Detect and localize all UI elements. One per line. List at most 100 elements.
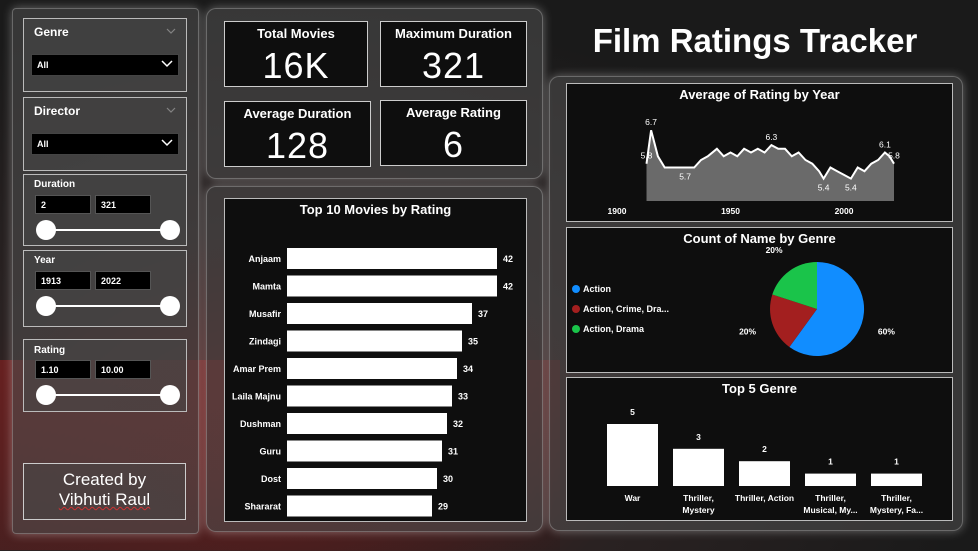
year-slicer: Year 1913 2022 (23, 250, 187, 327)
bar (287, 440, 442, 462)
bar (287, 248, 497, 269)
data-label: 6.1 (879, 140, 891, 150)
credit-author: Vibhuti Raul (58, 490, 151, 509)
legend-marker (572, 285, 580, 293)
bar-category-label: Musical, My... (803, 505, 857, 515)
bar-category-label: Anjaam (248, 254, 281, 264)
bar (871, 473, 922, 486)
bar-data-label: 42 (503, 282, 513, 292)
data-label: 5.4 (818, 183, 830, 193)
rating-slider-min-handle[interactable] (36, 385, 56, 405)
year-max-input[interactable]: 2022 (95, 271, 151, 290)
rating-max-input[interactable]: 10.00 (95, 360, 151, 379)
chevron-down-icon (161, 139, 173, 147)
bar (805, 473, 856, 486)
year-slider-max-handle[interactable] (160, 296, 180, 316)
credit-box: Created by Vibhuti Raul (23, 463, 186, 520)
bar-data-label: 2 (762, 444, 767, 454)
bar-category-label: Dushman (240, 419, 281, 429)
legend-label: Action, Crime, Dra... (583, 304, 669, 314)
bar (287, 330, 462, 352)
genre-dropdown[interactable]: All (31, 54, 179, 76)
top-genre-chart: Top 5 Genre 5 War 3 Thriller, Mystery 2 Thrill… (566, 377, 953, 521)
bar (287, 303, 472, 324)
bar-data-label: 29 (438, 502, 448, 512)
bar-category-label: War (625, 493, 641, 503)
bar (607, 424, 658, 486)
kpi-average-duration: Average Duration 128 (224, 101, 371, 167)
kpi-average-duration-label: Average Duration (243, 106, 352, 121)
data-label: 6.3 (765, 132, 777, 142)
pie-data-label: 20% (739, 327, 756, 337)
kpi-panel: Total Movies 16K Maximum Duration 321 Av… (206, 8, 543, 179)
director-dropdown-value: All (37, 139, 49, 149)
year-slicer-label: Year (34, 255, 56, 266)
duration-slicer: Duration 2 321 (23, 174, 187, 246)
kpi-total-movies-value: 16K (262, 45, 330, 86)
bar-data-label: 3 (696, 432, 701, 442)
bar-data-label: 33 (458, 392, 468, 402)
bar-data-label: 42 (503, 254, 513, 264)
bar (287, 358, 457, 379)
kpi-total-movies-label: Total Movies (257, 26, 335, 41)
genre-pie-chart-card: Count of Name by Genre 60% 20% 20% Action Ac… (566, 227, 953, 373)
chevron-down-icon (166, 107, 176, 113)
year-slider-min-handle[interactable] (36, 296, 56, 316)
rating-slider-track[interactable] (46, 394, 172, 396)
duration-slider-max-handle[interactable] (160, 220, 180, 240)
bar-category-label: Dost (261, 474, 281, 484)
year-min-input[interactable]: 1913 (35, 271, 91, 290)
kpi-total-movies: Total Movies 16K (224, 21, 368, 87)
bar (287, 413, 447, 434)
pie-data-label: 20% (766, 245, 783, 255)
credit-line-1: Created by (62, 470, 147, 489)
bar (673, 448, 724, 486)
duration-slider-track[interactable] (46, 229, 172, 231)
top-movies-bar-chart: Anjaam 42 Mamta 42 Musafir 37 Zindagi 35 Amar Pr… (232, 248, 513, 517)
kpi-maximum-duration-label: Maximum Duration (394, 26, 512, 41)
right-charts-panel: Average of Rating by Year 5.8 6.7 5.7 6.3 5.… (549, 76, 963, 531)
rating-min-input[interactable]: 1.10 (35, 360, 91, 379)
director-dropdown[interactable]: All (31, 133, 179, 155)
bar (287, 468, 437, 489)
bar-category-label: Thriller, (881, 493, 912, 503)
bar-category-label: Thriller, (683, 493, 714, 503)
bar-category-label: Zindagi (249, 337, 281, 347)
bar-category-label: Mystery (682, 505, 714, 515)
duration-min-input[interactable]: 2 (35, 195, 91, 214)
kpi-average-rating-value: 6 (442, 124, 465, 165)
chevron-down-icon (166, 28, 176, 34)
duration-max-input[interactable]: 321 (95, 195, 151, 214)
bar (739, 461, 790, 486)
rating-slicer-label: Rating (34, 345, 66, 356)
bar-data-label: 35 (468, 337, 478, 347)
x-tick-label: 1950 (721, 206, 740, 216)
kpi-average-rating-label: Average Rating (406, 105, 501, 120)
director-slicer-label: Director (34, 104, 81, 118)
kpi-maximum-duration-value: 321 (421, 45, 486, 86)
legend-label: Action, Drama (583, 324, 645, 334)
rating-by-year-chart: Average of Rating by Year 5.8 6.7 5.7 6.3 5.… (566, 83, 953, 222)
bar-data-label: 5 (630, 407, 635, 417)
top-genre-bar-chart: 5 War 3 Thriller, Mystery 2 Thriller, Action 1 T… (607, 407, 923, 515)
rating-slider-max-handle[interactable] (160, 385, 180, 405)
legend-label: Action (583, 284, 611, 294)
bar-category-label: Amar Prem (233, 364, 281, 374)
bar-data-label: 34 (463, 364, 473, 374)
duration-slider-min-handle[interactable] (36, 220, 56, 240)
data-label: 5.4 (845, 183, 857, 193)
bar-category-label: Thriller, Action (735, 493, 794, 503)
bar-category-label: Guru (260, 447, 282, 457)
genre-dropdown-value: All (37, 60, 49, 70)
x-tick-label: 2000 (835, 206, 854, 216)
bar-data-label: 31 (448, 447, 458, 457)
bar (287, 275, 497, 297)
bar-category-label: Laila Majnu (232, 392, 281, 402)
dashboard-title: Film Ratings Tracker (592, 22, 918, 59)
genre-pie-chart: 60% 20% 20% Action Action, Crime, Dra... Acti… (572, 245, 895, 356)
top-movies-panel: Top 10 Movies by Rating Anjaam 42 Mamta 42 M… (206, 186, 543, 532)
data-label: 5.8 (888, 151, 900, 161)
bar-data-label: 1 (894, 457, 899, 467)
year-slider-track[interactable] (46, 305, 172, 307)
data-label: 5.8 (641, 151, 653, 161)
